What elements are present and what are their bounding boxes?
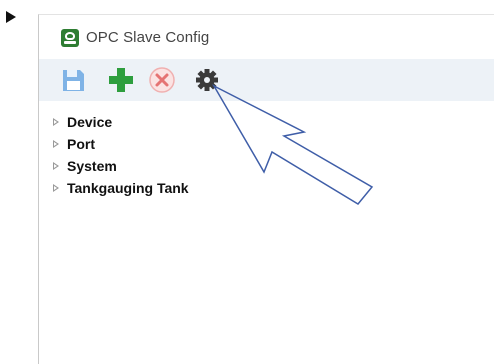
delete-icon — [149, 67, 175, 93]
add-button[interactable] — [107, 66, 135, 94]
save-button[interactable] — [59, 66, 87, 94]
gear-icon — [196, 69, 218, 91]
tree-item-label: Device — [67, 114, 113, 130]
tree-item-label: System — [67, 158, 117, 174]
plus-icon — [109, 68, 133, 92]
app-window: OPC Slave Config Device Port System Tank… — [38, 14, 494, 364]
tree-item-port[interactable]: Port — [51, 133, 189, 155]
toolbar — [39, 59, 494, 101]
tree-view: Device Port System Tankgauging Tank — [51, 111, 189, 199]
tree-item-system[interactable]: System — [51, 155, 189, 177]
title-bar: OPC Slave Config — [39, 15, 494, 59]
bullet-marker — [6, 11, 16, 23]
expand-arrow-icon[interactable] — [53, 118, 59, 126]
expand-arrow-icon[interactable] — [53, 162, 59, 170]
tree-item-device[interactable]: Device — [51, 111, 189, 133]
window-title: OPC Slave Config — [86, 29, 210, 46]
settings-button[interactable] — [193, 66, 221, 94]
app-logo-icon — [61, 29, 79, 47]
save-icon — [63, 70, 84, 91]
tree-item-label: Tankgauging Tank — [67, 180, 189, 196]
expand-arrow-icon[interactable] — [53, 184, 59, 192]
tree-item-tankgauging-tank[interactable]: Tankgauging Tank — [51, 177, 189, 199]
tree-item-label: Port — [67, 136, 95, 152]
expand-arrow-icon[interactable] — [53, 140, 59, 148]
delete-button[interactable] — [148, 66, 176, 94]
